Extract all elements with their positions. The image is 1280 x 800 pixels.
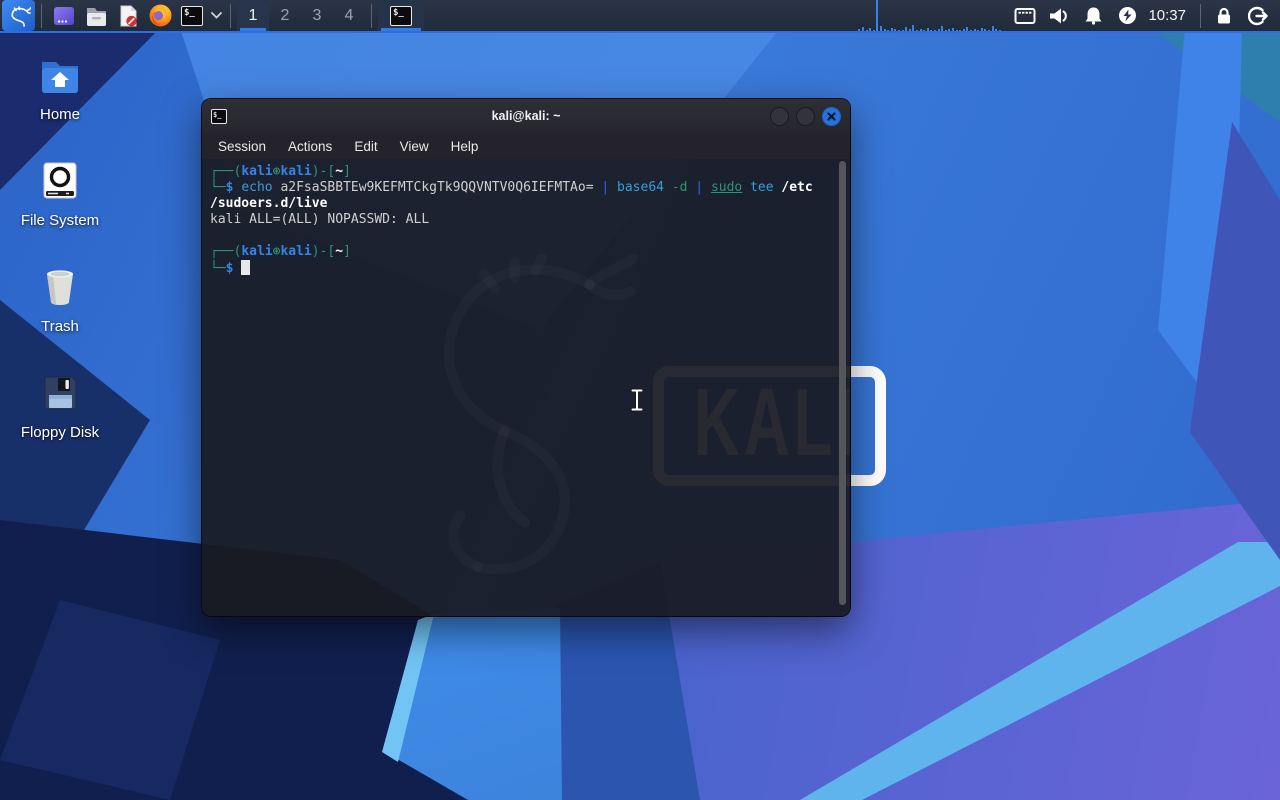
desktop-icon-floppy-disk[interactable]: Floppy Disk	[18, 372, 102, 441]
menu-edit[interactable]: Edit	[343, 136, 388, 157]
launcher-app-window[interactable]	[48, 0, 80, 31]
launcher-file-manager[interactable]	[80, 0, 112, 31]
text-editor-icon	[116, 4, 140, 28]
window-menubar: Session Actions Edit View Help	[202, 133, 850, 159]
display-icon	[1014, 7, 1036, 25]
tray-notifications[interactable]	[1081, 0, 1105, 31]
window-title: kali@kali: ~	[202, 109, 850, 123]
tray-display[interactable]	[1013, 0, 1037, 31]
workspace-button-1[interactable]: 1	[237, 0, 269, 31]
firefox-icon	[148, 3, 173, 28]
minimize-button[interactable]	[770, 107, 789, 126]
desktop-icon-label: Floppy Disk	[18, 424, 102, 441]
launcher-firefox[interactable]	[144, 0, 176, 31]
tray-volume[interactable]	[1047, 0, 1071, 31]
workspace-button-2[interactable]: 2	[269, 0, 301, 31]
launcher-text-editor[interactable]	[112, 0, 144, 31]
menu-session[interactable]: Session	[207, 136, 277, 157]
desktop-icon-label: Home	[18, 106, 102, 123]
menu-help[interactable]: Help	[440, 136, 490, 157]
workspace-button-4[interactable]: 4	[333, 0, 365, 31]
workspace-number: 1	[249, 7, 258, 25]
workspace-number: 3	[313, 7, 322, 25]
desktop-icon-trash[interactable]: Trash	[18, 266, 102, 335]
chevron-down-icon	[211, 12, 222, 19]
panel-separator	[1200, 4, 1201, 28]
terminal-icon: $_	[181, 6, 203, 26]
terminal-icon: $_	[390, 6, 412, 26]
lock-screen-button[interactable]	[1212, 0, 1236, 31]
panel-separator	[230, 4, 231, 28]
maximize-button[interactable]	[796, 107, 815, 126]
panel-separator	[41, 4, 42, 28]
desktop-icon-home[interactable]: Home	[18, 54, 102, 123]
applications-menu-button[interactable]	[2, 0, 35, 31]
top-panel: $_ 1 2 3 4 $_	[0, 0, 1280, 33]
taskbar-window-button-terminal[interactable]: $_	[378, 0, 424, 31]
menu-actions[interactable]: Actions	[277, 136, 343, 157]
panel-separator	[371, 4, 372, 28]
panel-clock[interactable]: 10:37	[1148, 7, 1186, 24]
tray-power[interactable]	[1115, 0, 1139, 31]
close-icon	[827, 112, 836, 121]
window-titlebar[interactable]: $_ kali@kali: ~	[202, 99, 850, 133]
notifications-bell-icon	[1084, 6, 1103, 25]
launcher-dropdown[interactable]	[208, 0, 224, 31]
home-folder-icon	[37, 54, 83, 96]
logout-button[interactable]	[1246, 0, 1270, 31]
volume-icon	[1048, 7, 1070, 25]
file-manager-icon	[84, 4, 109, 28]
scrollbar-thumb[interactable]	[839, 161, 846, 605]
kali-dragon-watermark-icon	[372, 254, 712, 594]
file-system-drive-icon	[39, 160, 81, 202]
menu-view[interactable]: View	[389, 136, 440, 157]
logout-icon	[1248, 6, 1268, 26]
kali-dragon-icon	[7, 5, 31, 27]
floppy-disk-icon	[39, 372, 81, 414]
workspace-number: 4	[345, 7, 354, 25]
power-icon	[1118, 6, 1137, 25]
launcher-terminal[interactable]: $_	[176, 0, 208, 31]
ibeam-cursor	[630, 388, 644, 412]
app-window-icon	[52, 4, 76, 28]
terminal-window: $_ kali@kali: ~ Session Actions Edit Vie…	[202, 99, 850, 616]
desktop-icon-label: Trash	[18, 318, 102, 335]
lock-icon	[1215, 6, 1233, 25]
workspace-number: 2	[281, 7, 290, 25]
cpu-graph-widget[interactable]	[858, 0, 1008, 31]
trash-can-icon	[39, 266, 81, 308]
desktop-icon-label: File System	[18, 212, 102, 229]
desktop-icon-file-system[interactable]: File System	[18, 160, 102, 229]
workspace-button-3[interactable]: 3	[301, 0, 333, 31]
terminal-content[interactable]: ┌──(kali⊛kali)-[~]└─$ echo a2FsaSBBTEw9K…	[202, 159, 850, 616]
close-button[interactable]	[822, 107, 841, 126]
